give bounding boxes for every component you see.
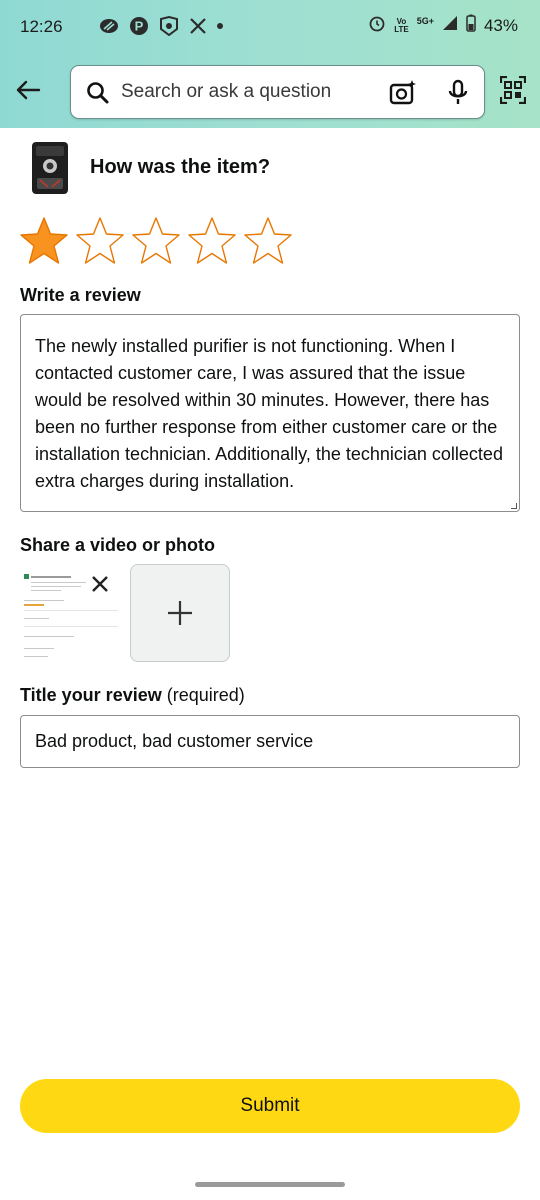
app-icon: [158, 16, 180, 36]
star-1-filled-icon[interactable]: [18, 215, 70, 267]
x-icon: [189, 17, 207, 35]
qr-scan-icon[interactable]: [499, 75, 527, 109]
threads-icon: [98, 17, 120, 35]
back-button[interactable]: [12, 76, 44, 104]
microphone-icon[interactable]: [447, 79, 469, 112]
rating-question: How was the item?: [90, 156, 271, 178]
uploaded-photo-thumbnail[interactable]: [20, 564, 120, 662]
status-right: Vo LTE 5G+ 43%: [368, 14, 518, 37]
battery-percent: 43%: [483, 15, 518, 35]
status-time: 12:26: [20, 17, 63, 36]
top-header: 12:26 P Vo LTE 5G+ 43% Search or ask a q…: [0, 0, 540, 128]
volte-bottom: LTE: [394, 24, 409, 34]
gesture-navigation-handle[interactable]: [195, 1182, 345, 1187]
status-bar: 12:26 P Vo LTE 5G+ 43%: [0, 0, 540, 56]
submit-button[interactable]: Submit: [20, 1079, 520, 1133]
review-title-input[interactable]: [21, 716, 519, 767]
review-textarea-wrapper[interactable]: The newly installed purifier is not func…: [20, 314, 520, 512]
star-5-empty-icon[interactable]: [242, 215, 294, 267]
back-arrow-icon: [16, 80, 41, 100]
battery-icon: [466, 14, 476, 37]
title-label-text: Title your review: [20, 685, 162, 705]
search-input[interactable]: [121, 76, 356, 108]
search-bar[interactable]: [70, 65, 485, 119]
review-title-field-wrapper[interactable]: [20, 715, 520, 768]
star-rating[interactable]: [18, 215, 294, 267]
media-heading: Share a video or photo: [20, 535, 216, 555]
star-4-empty-icon[interactable]: [186, 215, 238, 267]
plus-icon: [168, 601, 192, 625]
signal-icon: [442, 15, 458, 36]
add-media-button[interactable]: [130, 564, 230, 662]
network-type: 5G+: [416, 15, 434, 26]
pinterest-icon: P: [129, 16, 149, 36]
review-textarea[interactable]: The newly installed purifier is not func…: [21, 315, 519, 511]
title-required-note: (required): [166, 685, 245, 705]
alarm-icon: [368, 14, 386, 37]
camera-search-icon[interactable]: [389, 79, 417, 112]
resize-handle[interactable]: [511, 503, 517, 509]
volte-indicator: Vo LTE: [394, 17, 409, 34]
title-label: Title your review (required): [20, 685, 245, 706]
star-3-empty-icon[interactable]: [130, 215, 182, 267]
search-icon[interactable]: [85, 80, 111, 111]
dot-icon: [216, 22, 224, 30]
star-2-empty-icon[interactable]: [74, 215, 126, 267]
svg-text:P: P: [135, 19, 144, 34]
product-thumbnail: [28, 140, 72, 196]
remove-photo-icon[interactable]: [90, 574, 110, 594]
review-heading: Write a review: [20, 285, 141, 305]
notification-icons: P: [98, 16, 224, 36]
